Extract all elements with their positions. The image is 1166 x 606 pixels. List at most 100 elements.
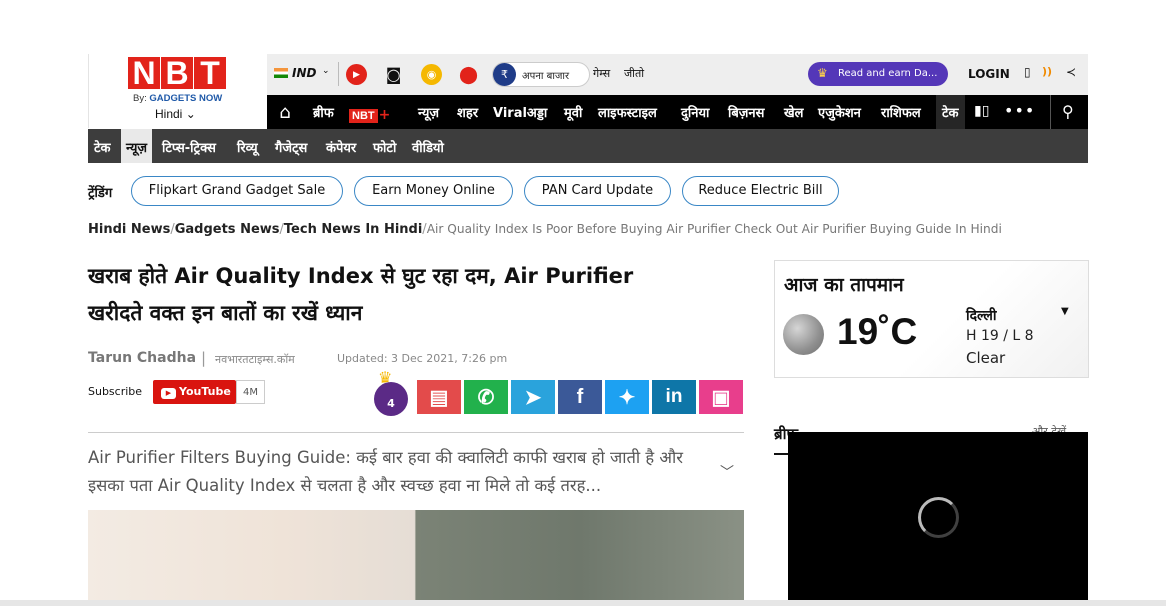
facebook-icon: f: [576, 385, 584, 408]
weather-high-low: H 19 / L 8: [966, 328, 1034, 344]
sub-nav-photo[interactable]: फोटो: [373, 138, 396, 156]
sub-nav-tips-tricks[interactable]: टिप्स-ट्रिक्स: [162, 138, 216, 156]
nav-item-world[interactable]: दुनिया: [681, 103, 709, 121]
youtube-subscribe-button[interactable]: ▶ YouTube: [153, 380, 236, 404]
sub-nav-news[interactable]: न्यूज़: [121, 129, 153, 163]
nav-item-sports[interactable]: खेल: [784, 103, 803, 121]
breadcrumb-tech-news[interactable]: Tech News In Hindi: [284, 222, 422, 237]
trending-pill-earn-money[interactable]: Earn Money Online: [354, 176, 513, 206]
jeeto-link[interactable]: जीतो: [624, 66, 644, 81]
headline-line-2: खरीदते वक्त इन बातों का रखें ध्यान: [88, 301, 363, 325]
language-selector[interactable]: Hindi ⌄: [155, 107, 196, 121]
shorts-icon[interactable]: ▮▯: [974, 103, 989, 119]
trending-pill-flipkart[interactable]: Flipkart Grand Gadget Sale: [131, 176, 343, 206]
twitter-share-button[interactable]: ✦: [605, 380, 649, 414]
rss-icon[interactable]: )): [1042, 65, 1052, 78]
headline-line-1: खराब होते Air Quality Index से घुट रहा द…: [88, 264, 634, 288]
comment-share-button[interactable]: ▤: [417, 380, 461, 414]
chevron-down-icon: ⌄: [185, 107, 196, 121]
whatsapp-share-button[interactable]: ✆: [464, 380, 508, 414]
chevron-down-icon[interactable]: ﹀: [720, 462, 734, 482]
sub-nav-compare[interactable]: कंपेयर: [326, 138, 356, 156]
mobile-app-icon[interactable]: ▯: [1024, 65, 1031, 79]
logo-byline: By: GADGETS NOW: [133, 93, 222, 104]
youtube-label: YouTube: [179, 385, 231, 398]
plus-icon: +: [378, 107, 391, 123]
shopping-bag-icon: ₹: [493, 63, 516, 86]
nav-item-brief[interactable]: ब्रीफ: [313, 103, 334, 121]
nav-item-viral[interactable]: Viralअड्डा: [493, 103, 547, 121]
nav-item-news[interactable]: न्यूज़: [418, 103, 439, 121]
crown-icon: ♛: [817, 66, 828, 80]
youtube-subscriber-count: 4M: [236, 380, 265, 404]
nav-item-city[interactable]: शहर: [457, 103, 478, 121]
logo-letter-b: B: [161, 57, 193, 89]
nav-item-education[interactable]: एजुकेशन: [818, 103, 861, 121]
reward-count: 4: [374, 382, 408, 416]
games-link[interactable]: गेम्स: [593, 66, 610, 81]
youtube-icon: ▶: [161, 388, 176, 399]
breadcrumb-hindi-news[interactable]: Hindi News: [88, 222, 170, 237]
breadcrumb-gadgets-news[interactable]: Gadgets News: [175, 222, 280, 237]
breadcrumb: Hindi News/Gadgets News/Tech News In Hin…: [88, 222, 1002, 237]
play-icon[interactable]: ▶: [346, 64, 367, 85]
chevron-down-icon[interactable]: ⌄: [322, 66, 330, 76]
login-button[interactable]: LOGIN: [968, 67, 1010, 81]
caret-down-icon[interactable]: ▼: [1061, 306, 1069, 317]
nav-item-movie[interactable]: मूवी: [564, 103, 582, 121]
region-selector[interactable]: IND: [292, 66, 316, 80]
nav-item-tech[interactable]: टेक: [936, 95, 965, 129]
nav-item-nbt-plus[interactable]: NBT +: [349, 104, 409, 123]
sub-nav-tech[interactable]: टेक: [94, 138, 111, 156]
horizontal-scrollbar[interactable]: [0, 600, 1166, 606]
sub-nav-gadgets[interactable]: गैजेट्स: [275, 138, 307, 156]
nbt-plus-label: NBT: [349, 109, 378, 123]
author-name[interactable]: Tarun Chadha: [88, 350, 196, 366]
divider: [1050, 95, 1051, 129]
linkedin-share-button[interactable]: in: [652, 380, 696, 414]
more-menu-icon[interactable]: •••: [1004, 101, 1035, 120]
weather-city-selector[interactable]: दिल्ली: [966, 306, 997, 325]
main-navigation: ⌂ ब्रीफ NBT + न्यूज़ शहर Viralअड्डा मूवी …: [267, 95, 1088, 129]
section-sub-navigation: टेक न्यूज़ टिप्स-ट्रिक्स रिव्यू गैजेट्स …: [88, 129, 1088, 163]
logo-letter-t: T: [194, 57, 226, 89]
loading-spinner-icon: [918, 497, 959, 538]
nbt-logo: N B T: [128, 57, 226, 89]
home-icon[interactable]: ⌂: [267, 95, 303, 129]
twitter-icon: ✦: [618, 386, 636, 409]
site-logo[interactable]: N B T By: GADGETS NOW Hindi ⌄: [88, 54, 266, 128]
camera-icon[interactable]: ◙: [383, 64, 404, 85]
breadcrumb-current: Air Quality Index Is Poor Before Buying …: [426, 222, 1002, 236]
coin-icon[interactable]: ◉: [421, 64, 442, 85]
sub-nav-video[interactable]: वीडियो: [412, 138, 444, 156]
trending-pill-electric-bill[interactable]: Reduce Electric Bill: [682, 176, 839, 206]
read-and-earn-label: Read and earn Da...: [838, 68, 938, 79]
nav-item-lifestyle[interactable]: लाइफस्टाइल: [598, 103, 657, 121]
weather-condition: Clear: [966, 349, 1006, 367]
weather-widget: आज का तापमान 19˚C दिल्ली ▼ H 19 / L 8 Cl…: [774, 260, 1089, 378]
article-headline: खराब होते Air Quality Index से घुट रहा द…: [88, 258, 748, 332]
apna-bazaar-button[interactable]: ₹ अपना बाजार: [492, 62, 590, 87]
article-source: नवभारतटाइम्स.कॉम: [215, 353, 295, 366]
reward-badge[interactable]: ♛ 4: [372, 368, 410, 416]
apna-bazaar-label: अपना बाजार: [522, 71, 570, 82]
nav-item-business[interactable]: बिज़नस: [728, 103, 764, 121]
share-icon[interactable]: ≺: [1066, 65, 1076, 79]
subscribe-label: Subscribe: [88, 385, 143, 398]
utility-bar: IND ⌄ ▶ ◙ ◉ ⬤ ₹ अपना बाजार गेम्स जीतो ♛ …: [267, 54, 1088, 95]
telegram-share-button[interactable]: ➤: [511, 380, 555, 414]
logo-by-prefix: By:: [133, 93, 147, 104]
divider: [338, 62, 339, 86]
india-flag-icon: [274, 68, 288, 78]
sub-nav-review[interactable]: रिव्यू: [237, 138, 258, 156]
nav-item-horoscope[interactable]: राशिफल: [881, 103, 921, 121]
read-and-earn-button[interactable]: ♛ Read and earn Da...: [808, 62, 948, 86]
logo-by-brand: GADGETS NOW: [149, 93, 223, 104]
telegram-icon: ➤: [524, 386, 542, 409]
shop-icon: ▣: [711, 386, 731, 409]
search-icon[interactable]: ⚲: [1062, 102, 1074, 121]
location-pin-icon[interactable]: ⬤: [458, 64, 479, 85]
shop-share-button[interactable]: ▣: [699, 380, 743, 414]
facebook-share-button[interactable]: f: [558, 380, 602, 414]
trending-pill-pan-card[interactable]: PAN Card Update: [524, 176, 671, 206]
